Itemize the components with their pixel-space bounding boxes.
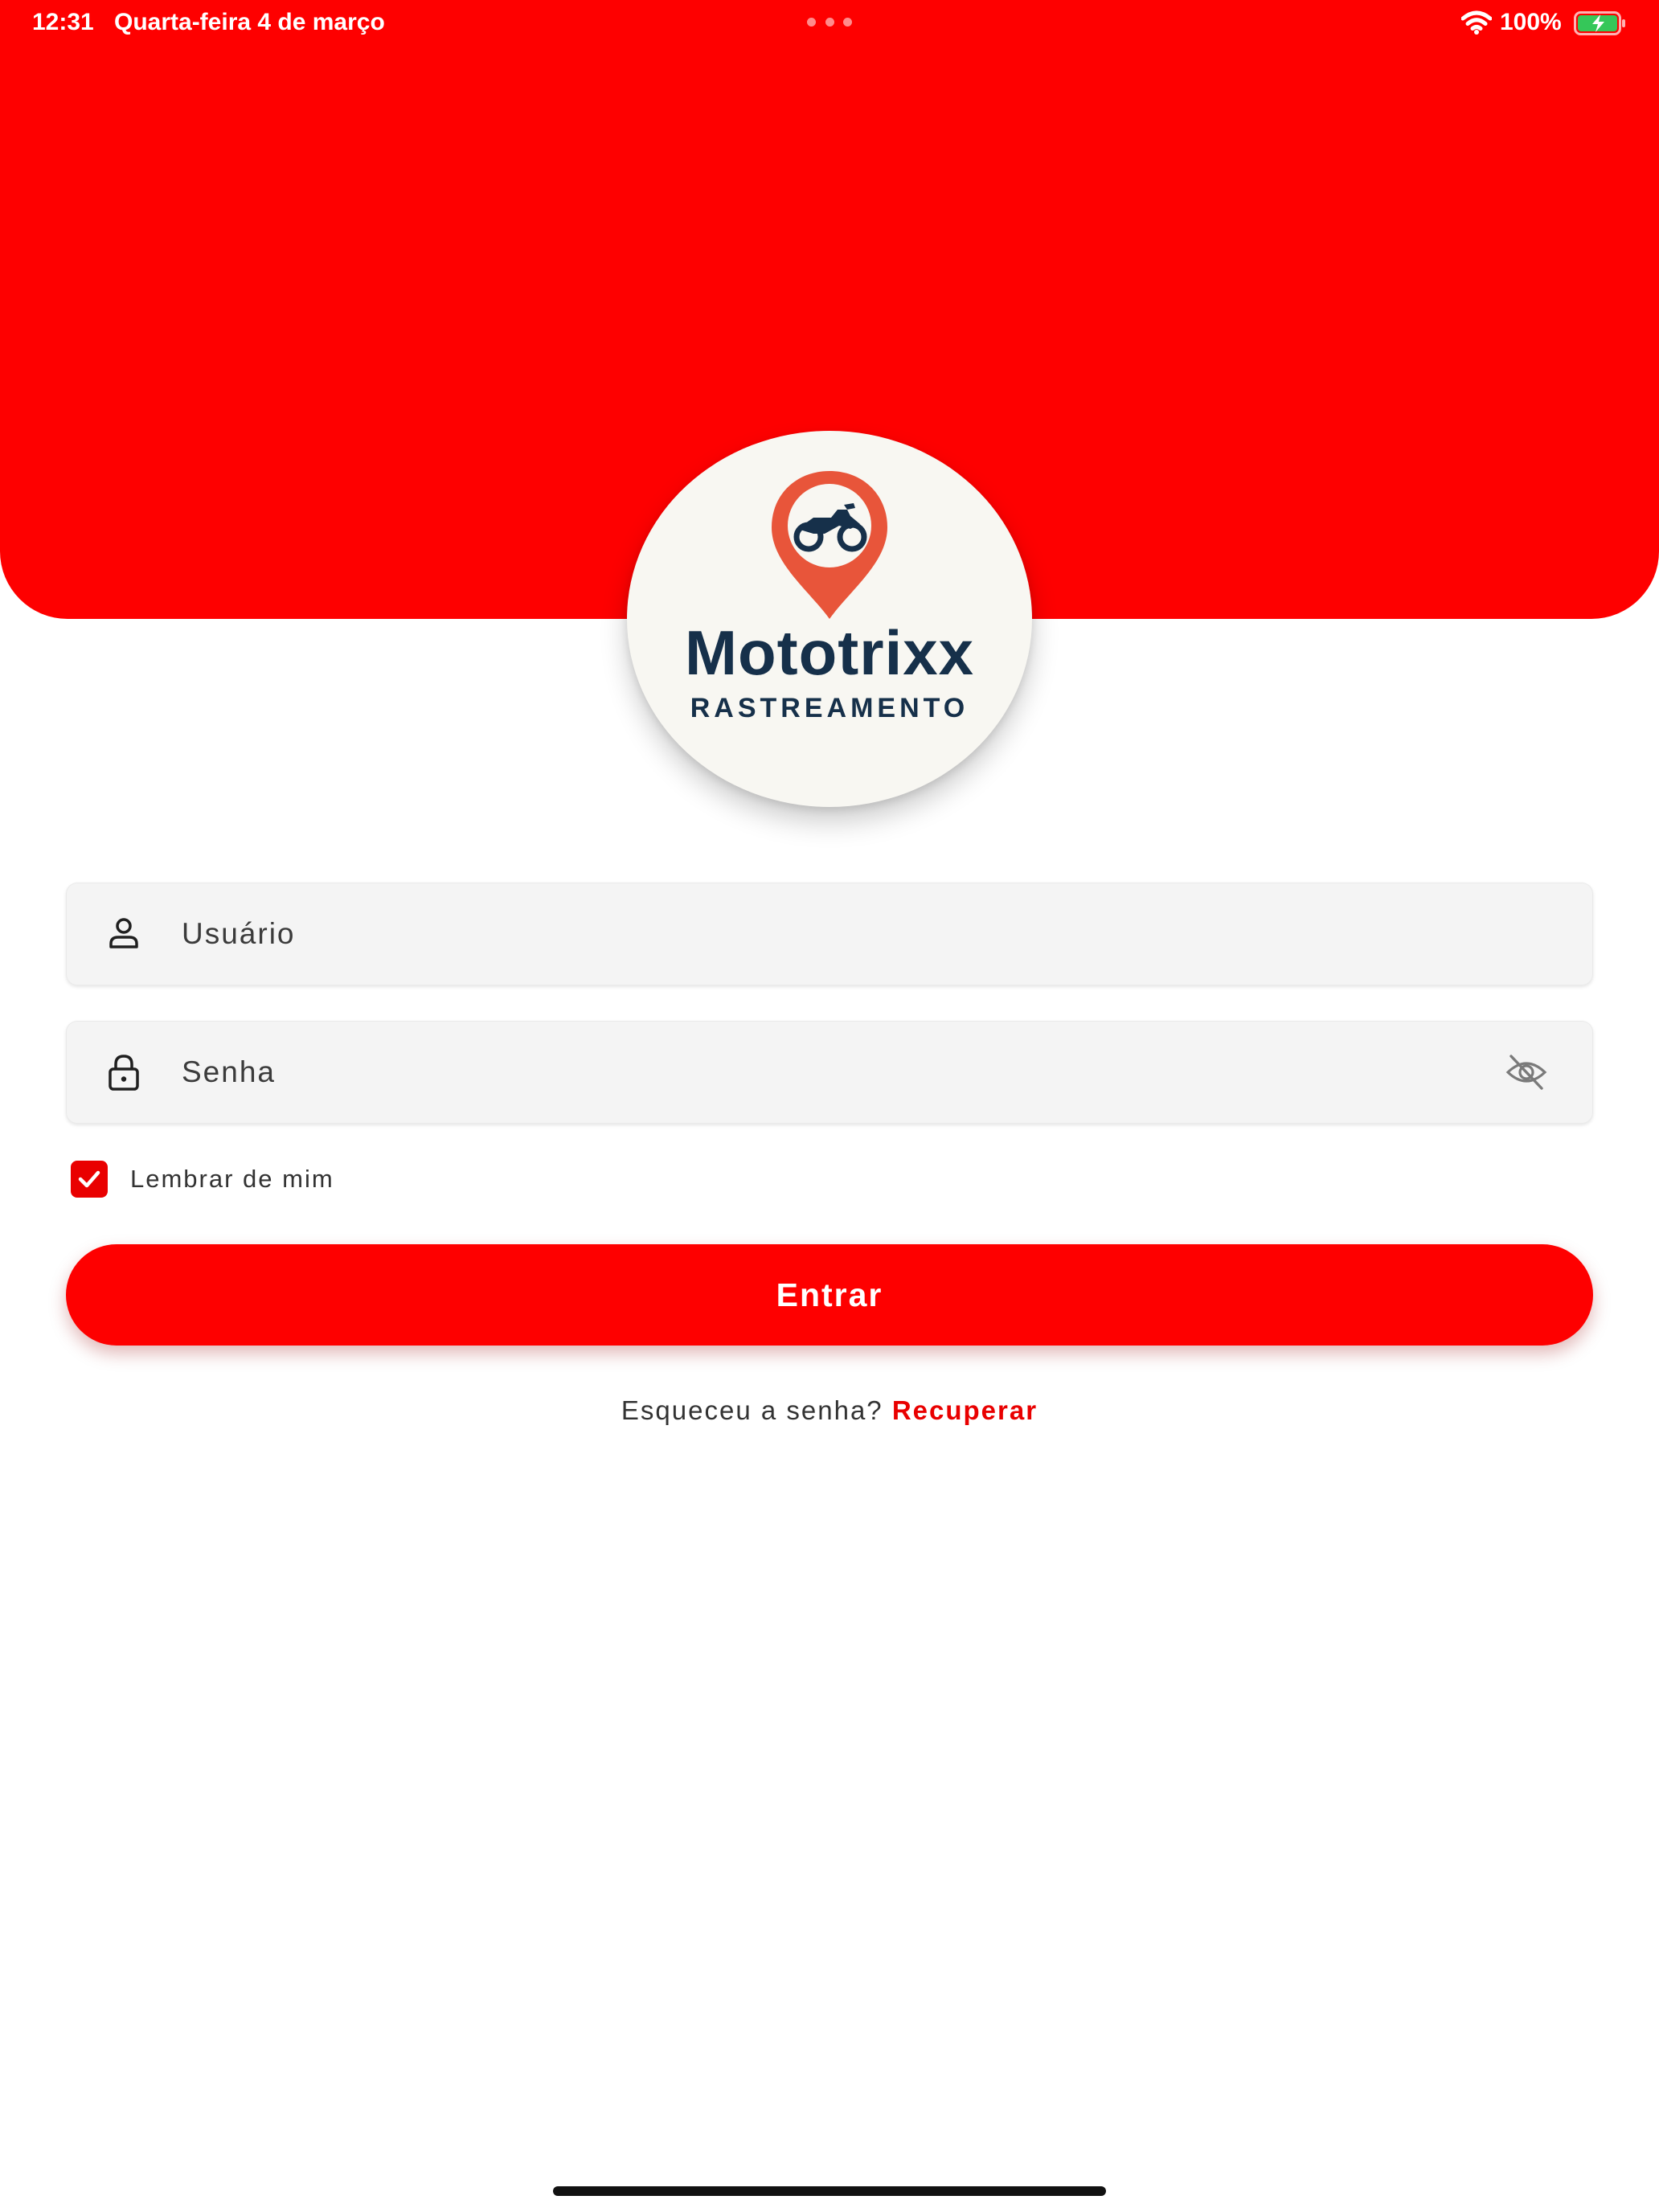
- forgot-password-row: Esqueceu a senha? Recuperar: [0, 1392, 1659, 1429]
- logo-wordmark: Mototrixx: [685, 617, 974, 688]
- multitasking-dots-icon[interactable]: [807, 18, 852, 27]
- remember-me-label[interactable]: Lembrar de mim: [130, 1161, 334, 1198]
- app-logo: Mototrixx RASTREAMENTO: [627, 431, 1032, 807]
- lock-icon: [109, 1055, 139, 1091]
- recover-password-link[interactable]: Recuperar: [892, 1395, 1038, 1425]
- checkmark-icon: [78, 1170, 100, 1188]
- username-input[interactable]: [182, 883, 1468, 985]
- login-button[interactable]: Entrar: [66, 1244, 1593, 1346]
- battery-percentage: 100%: [1500, 9, 1562, 35]
- password-input[interactable]: [182, 1021, 1468, 1124]
- user-icon: [109, 918, 138, 948]
- username-field[interactable]: [66, 883, 1593, 985]
- forgot-password-text: Esqueceu a senha?: [621, 1395, 883, 1425]
- battery-charging-icon: [1574, 11, 1625, 35]
- remember-me-checkbox[interactable]: [71, 1161, 108, 1198]
- status-date: Quarta-feira 4 de março: [114, 9, 385, 35]
- eye-off-icon[interactable]: [1505, 1051, 1548, 1093]
- home-indicator[interactable]: [553, 2186, 1106, 2196]
- status-bar: 12:31 Quarta-feira 4 de março 100%: [0, 0, 1659, 45]
- status-time: 12:31: [32, 9, 94, 35]
- password-field[interactable]: [66, 1021, 1593, 1124]
- wifi-icon: [1461, 10, 1492, 35]
- map-pin-motorcycle-icon: [772, 471, 887, 619]
- logo-tagline: RASTREAMENTO: [690, 693, 969, 723]
